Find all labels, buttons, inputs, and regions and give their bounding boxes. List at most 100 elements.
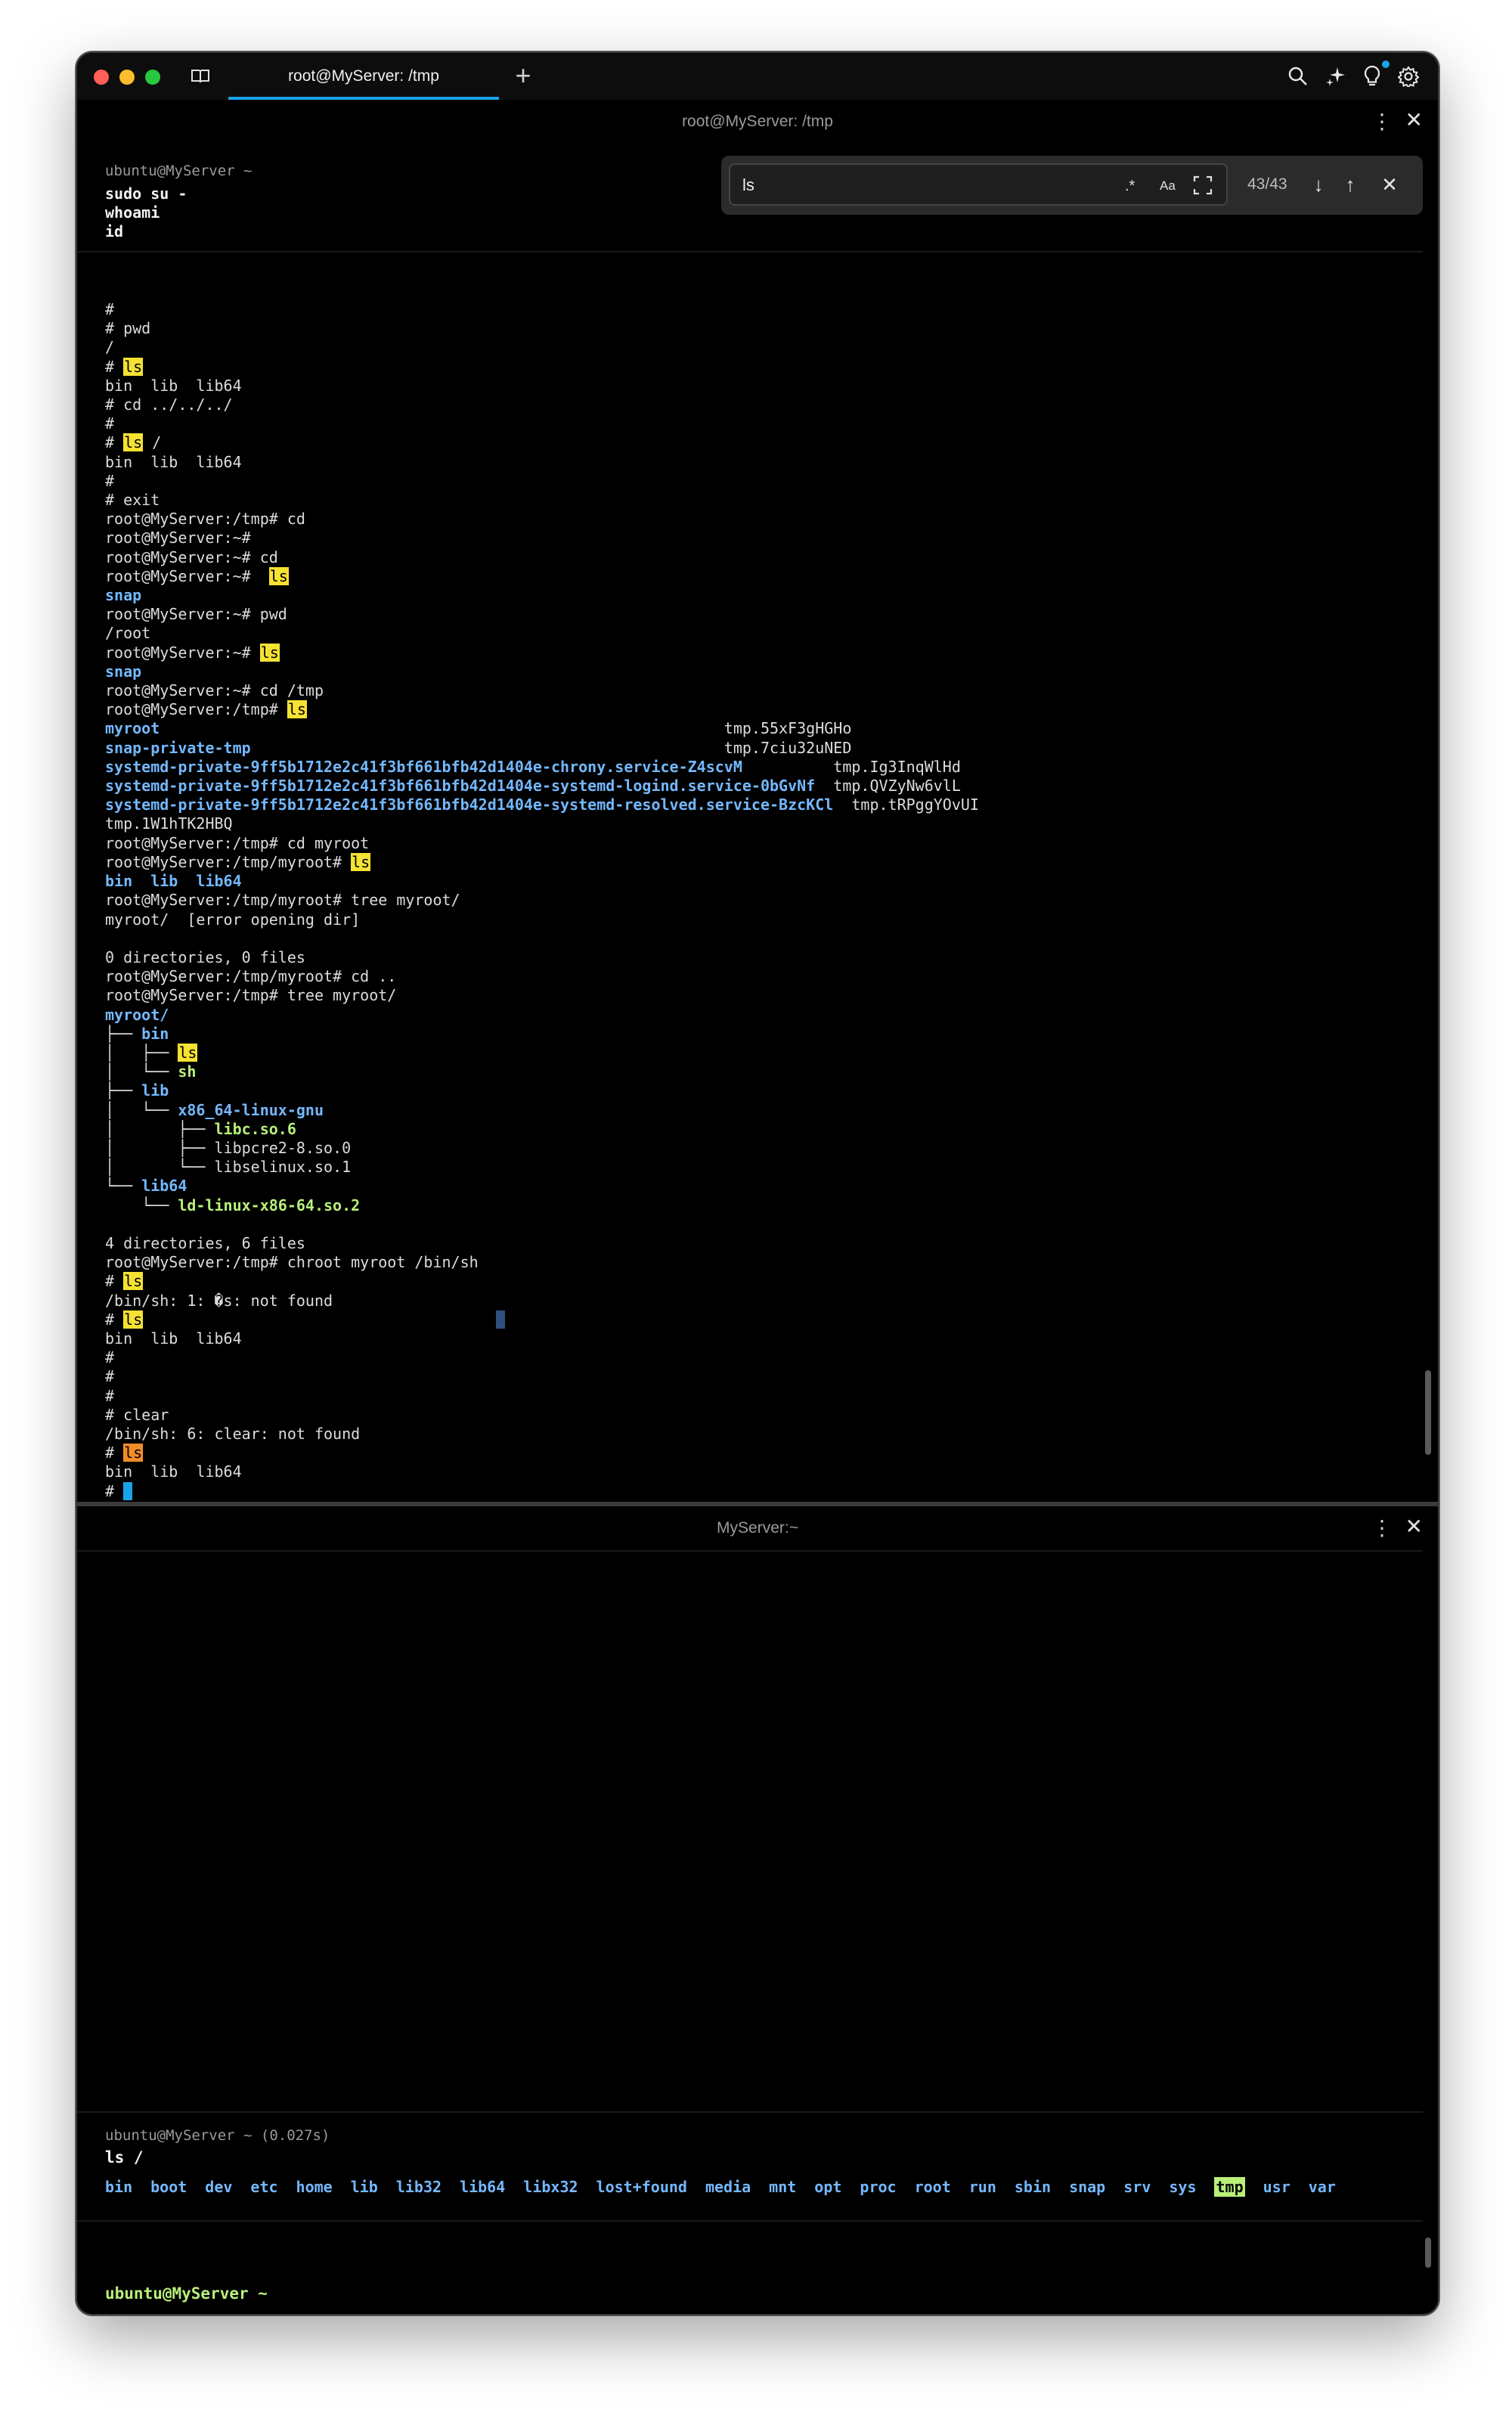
- terminal-line: tmp.1W1hTK2HBQ: [105, 814, 979, 833]
- search-match: ls: [287, 700, 307, 719]
- terminal-line: /bin/sh: 6: clear: not found: [105, 1425, 979, 1444]
- pane-menu-icon[interactable]: ⋮: [1371, 109, 1393, 134]
- terminal-line: bin lib lib64: [105, 453, 979, 472]
- terminal-line: root@MyServer:/tmp# chroot myroot /bin/s…: [105, 1253, 979, 1272]
- directory-entry: root: [914, 2178, 951, 2196]
- expand-icon[interactable]: [1193, 175, 1213, 201]
- terminal-line: bin lib lib64: [105, 872, 979, 891]
- close-pane-icon[interactable]: ✕: [1405, 1514, 1423, 1539]
- block-command: ls /: [105, 2148, 144, 2166]
- case-sensitive-toggle[interactable]: Aa: [1160, 175, 1176, 197]
- terminal-line: snap: [105, 662, 979, 681]
- terminal-line: root@MyServer:/tmp# ls: [105, 700, 979, 719]
- directory-entry: srv: [1123, 2178, 1151, 2196]
- terminal-text: systemd-private-9ff5b1712e2c41f3bf661bfb…: [105, 757, 834, 776]
- search-icon[interactable]: [1285, 64, 1311, 89]
- directory-entry: bin: [105, 2178, 133, 2196]
- terminal-text: /: [143, 433, 162, 452]
- minimize-window-button[interactable]: [119, 70, 135, 85]
- terminal-text: #: [105, 357, 124, 376]
- directory-entry: tmp: [1214, 2177, 1245, 2197]
- block-prompt: ubuntu@MyServer ~: [105, 163, 253, 179]
- search-match: ls: [351, 852, 371, 871]
- title-bar: root@MyServer: /tmp +: [77, 53, 1438, 101]
- search-match: ls: [259, 643, 280, 662]
- pane-menu-icon[interactable]: ⋮: [1371, 1515, 1393, 1540]
- input-prompt[interactable]: ubuntu@MyServer ~: [105, 2284, 268, 2303]
- terminal-text: #: [105, 1444, 124, 1462]
- terminal-text: myroot/: [105, 1005, 169, 1024]
- terminal-text: bin lib lib64: [105, 452, 242, 471]
- terminal-output[interactable]: # # pwd / # ls bin lib lib64 # cd ../../../# #…: [105, 300, 979, 1501]
- terminal-line: root@MyServer:/tmp/myroot# tree myroot/: [105, 891, 979, 910]
- terminal-text: snap: [105, 662, 142, 681]
- block-separator: [77, 251, 1423, 253]
- lightbulb-icon[interactable]: [1359, 64, 1385, 89]
- directory-entry: boot: [150, 2178, 187, 2196]
- sparkle-icon[interactable]: [1323, 64, 1349, 89]
- terminal-text: root@MyServer:/tmp#: [105, 700, 287, 719]
- terminal-line: #: [105, 300, 979, 319]
- terminal-text: # pwd: [105, 319, 151, 338]
- terminal-line: ├── bin: [105, 1025, 979, 1044]
- top-pane-title: root@MyServer: /tmp: [682, 113, 833, 130]
- top-pane-scrollbar[interactable]: [1425, 1370, 1431, 1455]
- terminal-text: root@MyServer:~#: [105, 566, 269, 585]
- terminal-cursor: [123, 1481, 133, 1500]
- tab-label: root@MyServer: /tmp: [288, 67, 439, 85]
- previous-match-icon[interactable]: ↑: [1335, 169, 1365, 200]
- gear-icon[interactable]: [1396, 64, 1421, 89]
- terminal-line: # ls: [105, 1444, 979, 1462]
- terminal-line: # pwd: [105, 319, 979, 338]
- terminal-text: systemd-private-9ff5b1712e2c41f3bf661bfb…: [105, 796, 834, 814]
- terminal-text: #: [105, 1367, 115, 1386]
- zoom-window-button[interactable]: [145, 70, 160, 85]
- directory-entry: mnt: [769, 2178, 797, 2196]
- terminal-line: root@MyServer:~# cd: [105, 548, 979, 567]
- terminal-text: systemd-private-9ff5b1712e2c41f3bf661bfb…: [105, 777, 834, 796]
- directory-entry: sbin: [1014, 2178, 1052, 2196]
- block-separator: [77, 2220, 1423, 2222]
- terminal-line: root@MyServer:/tmp/myroot# cd ..: [105, 967, 979, 986]
- new-tab-button[interactable]: +: [508, 60, 538, 91]
- search-match: ls: [268, 566, 289, 585]
- terminal-text: #: [105, 1386, 115, 1405]
- terminal-text: lib64: [141, 1177, 187, 1196]
- terminal-text: root@MyServer:/tmp# chroot myroot /bin/s…: [105, 1253, 479, 1272]
- close-pane-icon[interactable]: ✕: [1405, 107, 1423, 132]
- terminal-text: libc.so.6: [214, 1119, 296, 1138]
- terminal-text: myroot/ [error opening dir]: [105, 910, 361, 929]
- terminal-text: #: [105, 433, 124, 452]
- terminal-text: │ ├──: [105, 1119, 215, 1138]
- search-match: ls: [178, 1043, 198, 1062]
- terminal-line: bin lib lib64: [105, 1329, 979, 1348]
- terminal-text: tmp.1W1hTK2HBQ: [105, 814, 233, 833]
- terminal-line: │ └── x86_64-linux-gnu: [105, 1101, 979, 1120]
- bottom-pane-header: MyServer:~ ⋮ ✕: [77, 1506, 1438, 1550]
- tab-active[interactable]: root@MyServer: /tmp: [228, 53, 499, 100]
- close-find-icon[interactable]: ✕: [1374, 169, 1405, 200]
- terminal-text: root@MyServer:/tmp# cd: [105, 510, 305, 529]
- directory-entry: lib32: [395, 2178, 442, 2196]
- next-match-icon[interactable]: ↓: [1303, 169, 1334, 200]
- ls-output: bin boot dev etc home lib lib32 lib64 libx32 lost…: [105, 2177, 1354, 2197]
- terminal-line: myroot/: [105, 1006, 979, 1025]
- sidebar-icon[interactable]: [187, 64, 213, 89]
- terminal-line: snap: [105, 586, 979, 605]
- terminal-line: snap-private-tmp tmp.7ciu32uNED: [105, 739, 979, 758]
- terminal-text: tmp.55xF3gHGHo: [723, 719, 852, 738]
- regex-toggle[interactable]: .*: [1125, 175, 1135, 197]
- terminal-text: ld-linux-x86-64.so.2: [178, 1196, 361, 1214]
- terminal-text: tmp.tRPggYOvUI: [833, 796, 979, 814]
- terminal-line: /root: [105, 624, 979, 643]
- terminal-text: 4 directories, 6 files: [105, 1233, 305, 1252]
- search-match: ls: [123, 1444, 144, 1462]
- close-window-button[interactable]: [94, 70, 109, 85]
- find-input[interactable]: ls .* Aa: [729, 163, 1228, 206]
- terminal-line: └── ld-linux-x86-64.so.2: [105, 1196, 979, 1215]
- bottom-pane-scrollbar[interactable]: [1425, 2238, 1431, 2268]
- directory-entry: home: [296, 2178, 333, 2196]
- terminal-line: #: [105, 414, 979, 433]
- terminal-text: │ └── libselinux.so.1: [105, 1158, 352, 1177]
